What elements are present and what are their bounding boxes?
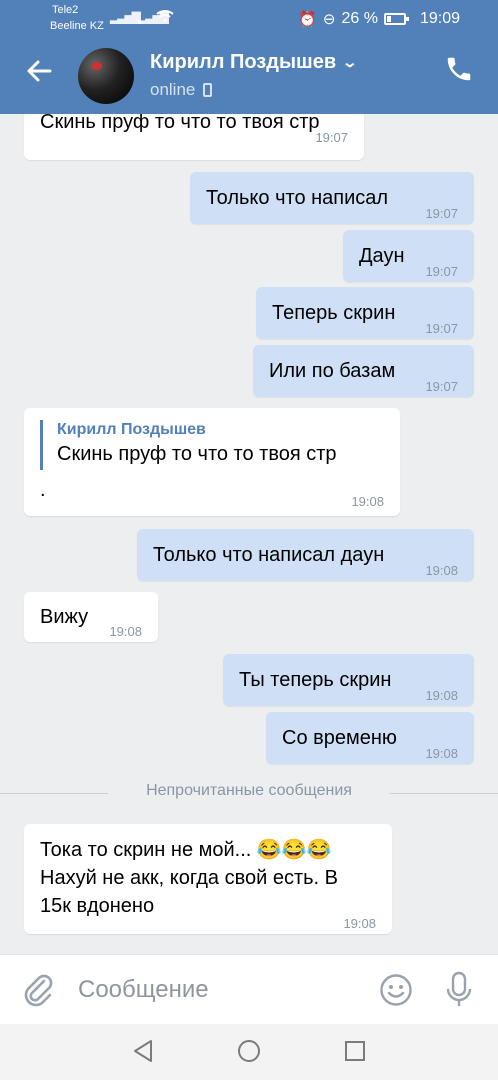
outgoing-message[interactable]: Только что написал даун 19:08 [137,529,474,581]
message-time: 19:07 [425,206,458,221]
message-text: Скинь пруф то что то твоя стр [40,114,320,133]
wifi-icon [155,8,175,28]
paperclip-icon[interactable] [22,971,56,1009]
message-line: Тока то скрин не мой... 😂😂😂 [40,839,332,861]
outgoing-message[interactable]: Только что написал 19:07 [190,172,474,224]
status-bar: Tele2 Beeline KZ ▂▃▅▇ ▂▃▅▇ ⏰ ⊖ 26 % 19:0… [0,0,498,36]
chat-header: Tele2 Beeline KZ ▂▃▅▇ ▂▃▅▇ ⏰ ⊖ 26 % 19:0… [0,0,498,114]
clock: 19:09 [419,10,460,27]
outgoing-message[interactable]: Ты теперь скрин 19:08 [223,654,474,706]
message-line: Нахуй не акк, когда свой есть. В [40,867,339,889]
message-time: 19:08 [343,916,376,931]
reply-author: Кирилл Поздышев [57,421,206,438]
message-time: 19:07 [425,264,458,279]
outgoing-message[interactable]: Или по базам 19:07 [253,345,474,397]
message-text: . [40,479,46,501]
system-nav-bar [0,1024,498,1080]
signal-icon: ▂▃▅▇ [110,10,141,24]
battery-percent: 26 % [341,10,378,27]
message-text: Вижу [40,606,89,628]
message-time: 19:08 [425,563,458,578]
message-text: Со временю [282,727,397,749]
message-text: Ты теперь скрин [239,669,392,691]
outgoing-message[interactable]: Теперь скрин 19:07 [256,287,474,339]
battery-icon [383,13,409,25]
online-status: online [150,80,196,99]
do-not-disturb-icon: ⊖ [322,11,336,28]
message-text: Теперь скрин [272,302,396,324]
app-bar: Кирилл Поздышев ⌄ online [0,36,498,114]
message-line: 15к вдонено [40,895,155,917]
carrier-2: Beeline KZ [50,20,104,32]
message-time: 19:07 [425,379,458,394]
message-text: Только что написал [206,187,389,209]
message-time: 19:07 [315,130,348,145]
back-arrow-icon[interactable] [22,54,56,88]
message-time: 19:08 [425,746,458,761]
outgoing-message[interactable]: Даун 19:07 [343,230,474,282]
incoming-message[interactable]: Тока то скрин не мой... 😂😂😂 Нахуй не акк… [24,824,392,934]
message-time: 19:07 [425,321,458,336]
message-time: 19:08 [351,494,384,509]
message-text: Даун [359,245,405,267]
incoming-message[interactable]: Скинь пруф то что то твоя стр 19:07 [24,114,364,160]
contact-name-button[interactable]: Кирилл Поздышев ⌄ [150,51,359,74]
unread-divider: Непрочитанные сообщения [0,778,498,808]
outgoing-message[interactable]: Со временю 19:08 [266,712,474,764]
unread-divider-label: Непрочитанные сообщения [146,782,352,799]
phone-icon[interactable] [444,54,478,88]
microphone-icon[interactable] [444,971,474,1009]
contact-status: online [150,80,213,100]
message-text: Только что написал даун [153,544,385,566]
quoted-reply[interactable]: Кирилл Поздышев Скинь пруф то что то тво… [40,420,337,470]
chevron-down-icon: ⌄ [341,54,359,70]
avatar[interactable] [78,48,134,104]
reply-text: Скинь пруф то что то твоя стр [57,443,337,465]
contact-name: Кирилл Поздышев [150,51,337,73]
message-composer [0,954,498,1024]
incoming-message[interactable]: Вижу 19:08 [24,592,158,642]
incoming-reply-message[interactable]: Кирилл Поздышев Скинь пруф то что то тво… [24,408,400,516]
message-text: Тока то скрин не мой... 😂😂😂 Нахуй не акк… [40,836,338,920]
message-input[interactable] [78,969,348,1011]
mobile-icon [203,83,213,97]
message-list[interactable]: Скинь пруф то что то твоя стр 19:07 Толь… [0,114,498,954]
message-text: Или по базам [269,360,396,382]
message-time: 19:08 [425,688,458,703]
alarm-icon: ⏰ [298,11,317,28]
nav-recents-icon[interactable] [342,1038,370,1066]
message-time: 19:08 [109,624,142,639]
nav-home-icon[interactable] [236,1038,264,1066]
smile-icon[interactable] [379,973,413,1007]
carrier-1: Tele2 [52,4,79,16]
nav-back-icon[interactable] [130,1038,158,1066]
